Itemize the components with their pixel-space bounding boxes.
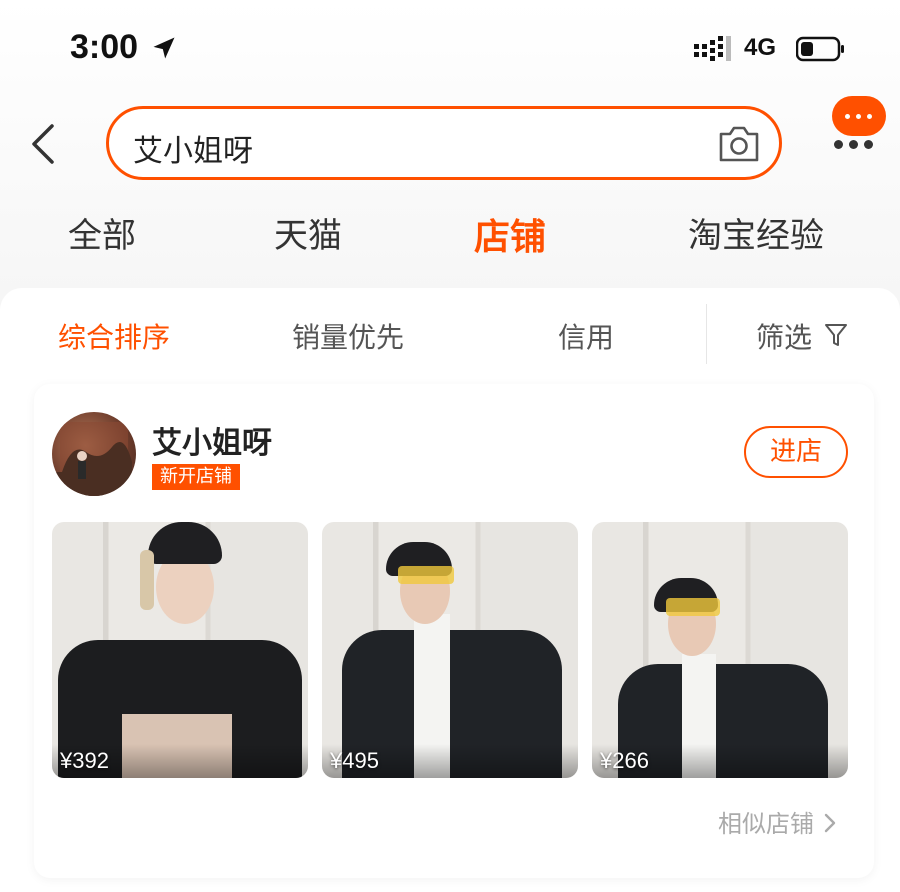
product-thumbnail[interactable]: ¥266 — [592, 522, 848, 778]
sort-comprehensive[interactable]: 综合排序 — [58, 316, 170, 356]
search-query-text: 艾小姐呀 — [133, 134, 253, 169]
search-input[interactable]: 艾小姐呀 — [106, 106, 782, 180]
shop-result[interactable]: 艾小姐呀 新开店铺 进店 ¥392 ¥495 ¥266 相似店铺 — [34, 384, 874, 878]
tab-shops[interactable]: 店铺 — [474, 208, 546, 260]
product-price: ¥495 — [330, 748, 379, 773]
message-bubble-icon[interactable] — [832, 96, 886, 136]
filter-icon[interactable] — [824, 322, 848, 348]
shop-name[interactable]: 艾小姐呀 — [152, 418, 272, 462]
product-price: ¥266 — [600, 748, 649, 773]
location-arrow-icon — [153, 37, 175, 59]
similar-shops-label: 相似店铺 — [718, 810, 814, 838]
chevron-right-icon — [824, 813, 835, 833]
product-thumbnail[interactable]: ¥392 — [52, 522, 308, 778]
results-card: 综合排序 销量优先 信用 筛选 艾小姐呀 新开店铺 进店 ¥392 ¥495 ¥… — [0, 288, 900, 892]
enter-shop-button[interactable]: 进店 — [744, 426, 848, 478]
network-label: 4G — [744, 34, 777, 61]
tab-all[interactable]: 全部 — [68, 208, 136, 257]
status-time: 3:00 — [70, 28, 139, 66]
sort-divider — [706, 304, 707, 364]
back-icon[interactable] — [28, 122, 60, 166]
signal-icon — [694, 36, 731, 61]
tab-tmall[interactable]: 天猫 — [274, 208, 342, 257]
camera-icon[interactable] — [717, 124, 761, 164]
product-price: ¥392 — [60, 748, 109, 773]
battery-icon — [796, 36, 844, 62]
tab-experience[interactable]: 淘宝经验 — [688, 208, 824, 257]
sort-sales[interactable]: 销量优先 — [292, 316, 404, 356]
shop-avatar[interactable] — [52, 412, 136, 496]
sort-credit[interactable]: 信用 — [558, 316, 614, 356]
product-thumbnail[interactable]: ¥495 — [322, 522, 578, 778]
filter-button[interactable]: 筛选 — [756, 316, 812, 356]
similar-shops-link[interactable]: 相似店铺 — [718, 804, 838, 839]
new-shop-badge: 新开店铺 — [152, 464, 240, 490]
more-icon[interactable] — [834, 140, 874, 150]
